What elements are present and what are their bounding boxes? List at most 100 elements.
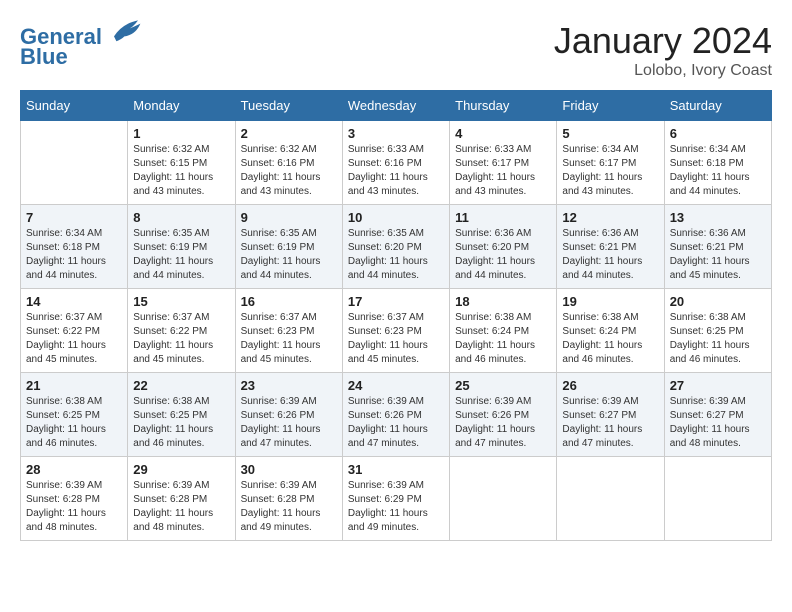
calendar-table: SundayMondayTuesdayWednesdayThursdayFrid… [20,90,772,541]
day-info: Sunrise: 6:36 AM Sunset: 6:20 PM Dayligh… [455,227,551,283]
day-number: 12 [562,210,658,225]
col-header-monday: Monday [128,91,235,121]
day-info: Sunrise: 6:33 AM Sunset: 6:16 PM Dayligh… [348,143,444,199]
calendar-cell: 3Sunrise: 6:33 AM Sunset: 6:16 PM Daylig… [342,121,449,205]
calendar-cell: 2 Sunrise: 6:32 AM Sunset: 6:16 PM Daylig… [235,121,342,205]
day-number: 13 [670,210,766,225]
day-info: Sunrise: 6:38 AM Sunset: 6:25 PM Dayligh… [133,395,229,451]
calendar-cell: 31 Sunrise: 6:39 AM Sunset: 6:29 PM Dayli… [342,457,449,541]
day-info: Sunrise: 6:32 AM Sunset: 6:15 PM Dayligh… [133,143,229,199]
calendar-cell: 25 Sunrise: 6:39 AM Sunset: 6:26 PM Dayli… [450,373,557,457]
calendar-cell: 5 Sunrise: 6:34 AM Sunset: 6:17 PM Daylig… [557,121,664,205]
day-info: Sunrise: 6:37 AM Sunset: 6:22 PM Dayligh… [133,311,229,367]
day-info: Sunrise: 6:39 AM Sunset: 6:28 PM Dayligh… [26,479,122,535]
day-number: 2 [241,126,337,141]
logo: General Blue [20,20,142,69]
page-header: General Blue January 2024 Lolobo, Ivory … [20,20,772,80]
calendar-cell [21,121,128,205]
day-info: Sunrise: 6:34 AM Sunset: 6:18 PM Dayligh… [670,143,766,199]
day-number: 9 [241,210,337,225]
day-number: 16 [241,294,337,309]
calendar-cell: 9Sunrise: 6:35 AM Sunset: 6:19 PM Daylig… [235,205,342,289]
day-number: 5 [562,126,658,141]
day-info: Sunrise: 6:39 AM Sunset: 6:26 PM Dayligh… [348,395,444,451]
col-header-thursday: Thursday [450,91,557,121]
day-info: Sunrise: 6:35 AM Sunset: 6:20 PM Dayligh… [348,227,444,283]
day-number: 11 [455,210,551,225]
calendar-cell: 4 Sunrise: 6:33 AM Sunset: 6:17 PM Daylig… [450,121,557,205]
day-info: Sunrise: 6:37 AM Sunset: 6:23 PM Dayligh… [348,311,444,367]
day-info: Sunrise: 6:38 AM Sunset: 6:25 PM Dayligh… [26,395,122,451]
day-number: 8 [133,210,229,225]
day-info: Sunrise: 6:39 AM Sunset: 6:26 PM Dayligh… [455,395,551,451]
day-info: Sunrise: 6:39 AM Sunset: 6:27 PM Dayligh… [670,395,766,451]
day-number: 10 [348,210,444,225]
day-info: Sunrise: 6:33 AM Sunset: 6:17 PM Dayligh… [455,143,551,199]
day-number: 25 [455,378,551,393]
day-number: 26 [562,378,658,393]
day-number: 29 [133,462,229,477]
col-header-sunday: Sunday [21,91,128,121]
day-info: Sunrise: 6:36 AM Sunset: 6:21 PM Dayligh… [562,227,658,283]
day-number: 6 [670,126,766,141]
calendar-cell: 10 Sunrise: 6:35 AM Sunset: 6:20 PM Dayli… [342,205,449,289]
month-year-title: January 2024 [554,20,772,62]
calendar-cell: 29 Sunrise: 6:39 AM Sunset: 6:28 PM Dayli… [128,457,235,541]
day-number: 30 [241,462,337,477]
calendar-cell: 12 Sunrise: 6:36 AM Sunset: 6:21 PM Dayli… [557,205,664,289]
day-info: Sunrise: 6:35 AM Sunset: 6:19 PM Dayligh… [133,227,229,283]
day-number: 14 [26,294,122,309]
calendar-cell: 16 Sunrise: 6:37 AM Sunset: 6:23 PM Dayli… [235,289,342,373]
day-info: Sunrise: 6:39 AM Sunset: 6:26 PM Dayligh… [241,395,337,451]
calendar-cell: 24 Sunrise: 6:39 AM Sunset: 6:26 PM Dayli… [342,373,449,457]
calendar-cell: 1 Sunrise: 6:32 AM Sunset: 6:15 PM Daylig… [128,121,235,205]
day-number: 15 [133,294,229,309]
day-info: Sunrise: 6:32 AM Sunset: 6:16 PM Dayligh… [241,143,337,199]
day-info: Sunrise: 6:39 AM Sunset: 6:27 PM Dayligh… [562,395,658,451]
day-info: Sunrise: 6:34 AM Sunset: 6:17 PM Dayligh… [562,143,658,199]
calendar-cell: 14 Sunrise: 6:37 AM Sunset: 6:22 PM Dayli… [21,289,128,373]
day-number: 23 [241,378,337,393]
col-header-friday: Friday [557,91,664,121]
calendar-cell [450,457,557,541]
day-number: 27 [670,378,766,393]
calendar-cell [557,457,664,541]
calendar-cell: 23 Sunrise: 6:39 AM Sunset: 6:26 PM Dayli… [235,373,342,457]
day-info: Sunrise: 6:36 AM Sunset: 6:21 PM Dayligh… [670,227,766,283]
day-number: 28 [26,462,122,477]
col-header-wednesday: Wednesday [342,91,449,121]
day-number: 31 [348,462,444,477]
day-info: Sunrise: 6:38 AM Sunset: 6:24 PM Dayligh… [562,311,658,367]
day-number: 7 [26,210,122,225]
day-info: Sunrise: 6:39 AM Sunset: 6:29 PM Dayligh… [348,479,444,535]
day-info: Sunrise: 6:38 AM Sunset: 6:25 PM Dayligh… [670,311,766,367]
calendar-cell: 17Sunrise: 6:37 AM Sunset: 6:23 PM Dayli… [342,289,449,373]
calendar-cell: 15 Sunrise: 6:37 AM Sunset: 6:22 PM Dayli… [128,289,235,373]
location-subtitle: Lolobo, Ivory Coast [554,62,772,80]
day-number: 21 [26,378,122,393]
day-info: Sunrise: 6:39 AM Sunset: 6:28 PM Dayligh… [241,479,337,535]
day-info: Sunrise: 6:39 AM Sunset: 6:28 PM Dayligh… [133,479,229,535]
calendar-cell: 8 Sunrise: 6:35 AM Sunset: 6:19 PM Daylig… [128,205,235,289]
col-header-tuesday: Tuesday [235,91,342,121]
day-number: 19 [562,294,658,309]
calendar-cell: 7 Sunrise: 6:34 AM Sunset: 6:18 PM Daylig… [21,205,128,289]
calendar-cell: 20 Sunrise: 6:38 AM Sunset: 6:25 PM Dayli… [664,289,771,373]
calendar-cell: 30 Sunrise: 6:39 AM Sunset: 6:28 PM Dayli… [235,457,342,541]
calendar-cell: 22Sunrise: 6:38 AM Sunset: 6:25 PM Dayli… [128,373,235,457]
calendar-cell: 6 Sunrise: 6:34 AM Sunset: 6:18 PM Daylig… [664,121,771,205]
day-info: Sunrise: 6:37 AM Sunset: 6:22 PM Dayligh… [26,311,122,367]
calendar-cell: 11 Sunrise: 6:36 AM Sunset: 6:20 PM Dayli… [450,205,557,289]
day-info: Sunrise: 6:37 AM Sunset: 6:23 PM Dayligh… [241,311,337,367]
calendar-cell: 19 Sunrise: 6:38 AM Sunset: 6:24 PM Dayli… [557,289,664,373]
day-number: 20 [670,294,766,309]
title-block: January 2024 Lolobo, Ivory Coast [554,20,772,80]
day-number: 4 [455,126,551,141]
day-number: 18 [455,294,551,309]
day-info: Sunrise: 6:34 AM Sunset: 6:18 PM Dayligh… [26,227,122,283]
day-number: 1 [133,126,229,141]
day-number: 24 [348,378,444,393]
calendar-cell: 27 Sunrise: 6:39 AM Sunset: 6:27 PM Dayli… [664,373,771,457]
calendar-cell [664,457,771,541]
calendar-cell: 26 Sunrise: 6:39 AM Sunset: 6:27 PM Dayli… [557,373,664,457]
